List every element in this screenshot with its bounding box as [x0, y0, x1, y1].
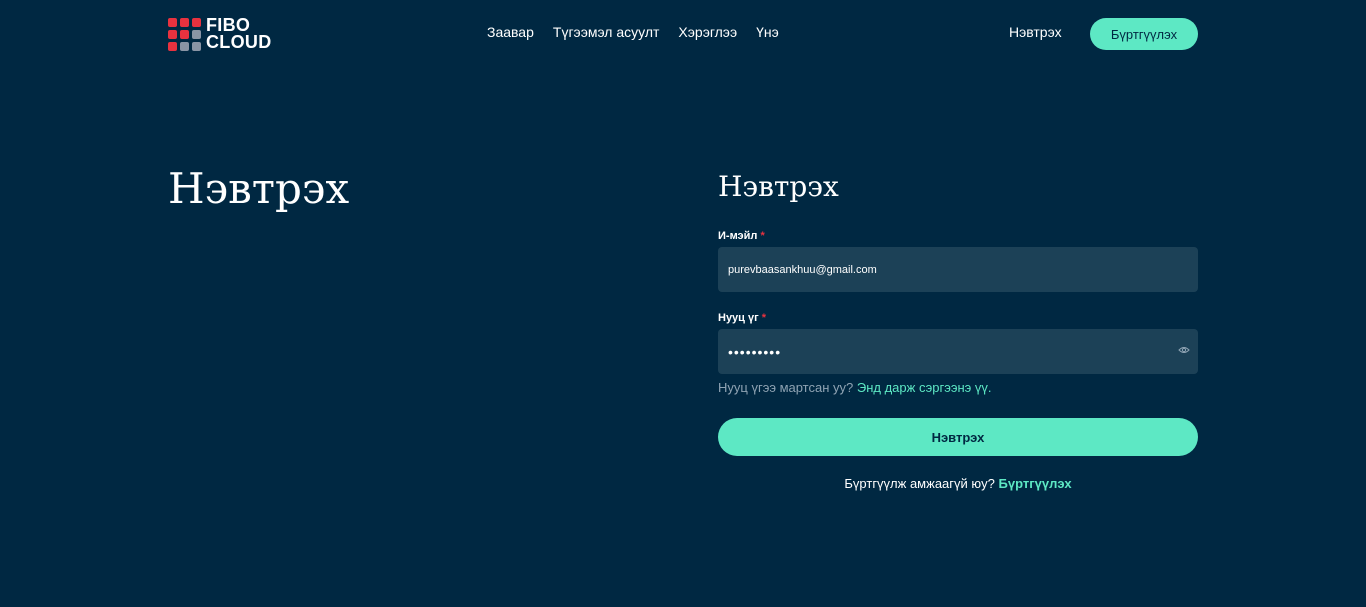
password-field[interactable] [718, 329, 1198, 374]
required-mark: * [761, 312, 767, 324]
nav-item-usage[interactable]: Хэрэглээ [678, 24, 737, 40]
forgot-text: Нууц үгээ мартсан уу? [718, 380, 854, 395]
forgot-password: Нууц үгээ мартсан уу? Энд дарж сэргээнэ … [718, 380, 1198, 402]
logo-icon [168, 17, 201, 51]
email-field[interactable] [718, 247, 1198, 292]
password-label-text: Нууц үг [718, 312, 759, 324]
signup-link[interactable]: Бүртгүүлэх [999, 476, 1072, 491]
required-mark: * [760, 230, 765, 242]
forgot-password-link[interactable]: Энд дарж сэргээнэ үү. [857, 380, 992, 395]
nav-item-pricing[interactable]: Үнэ [756, 24, 779, 40]
signup-text: Бүртгүүлж амжаагүй юу? [844, 476, 995, 491]
header-login-link[interactable]: Нэвтрэх [1009, 24, 1062, 40]
password-wrapper [718, 328, 1198, 374]
nav-item-guide[interactable]: Заавар [487, 24, 534, 40]
page-title: Нэвтрэх [168, 164, 350, 213]
login-submit-button[interactable]: Нэвтрэх [718, 418, 1198, 456]
signup-prompt: Бүртгүүлж амжаагүй юу? Бүртгүүлэх [718, 476, 1198, 491]
email-label-text: И-мэйл [718, 230, 758, 242]
main-nav: Заавар Түгээмэл асуулт Хэрэглээ Үнэ [487, 24, 798, 40]
eye-icon[interactable] [1178, 345, 1190, 355]
password-label: Нууц үг * [718, 312, 1198, 328]
logo[interactable]: FIBO CLOUD [168, 16, 272, 52]
logo-line-2: CLOUD [206, 32, 272, 52]
form-title: Нэвтрэх [718, 170, 839, 203]
logo-text: FIBO CLOUD [206, 16, 272, 52]
header-register-button[interactable]: Бүртгүүлэх [1090, 18, 1198, 50]
email-label: И-мэйл * [718, 230, 1198, 246]
nav-item-faq[interactable]: Түгээмэл асуулт [553, 24, 660, 40]
login-form: Нэвтрэх И-мэйл * Нууц үг * Нууц үгээ мар… [718, 170, 1198, 491]
header: FIBO CLOUD Заавар Түгээмэл асуулт Хэрэгл… [0, 0, 1366, 68]
